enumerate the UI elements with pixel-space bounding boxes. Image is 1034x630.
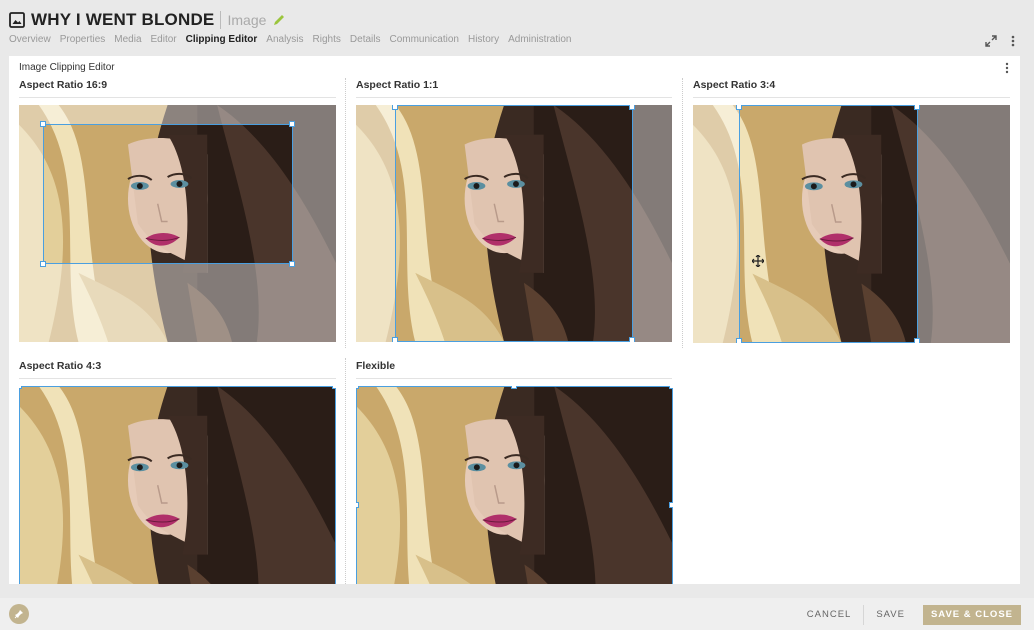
crop-handle[interactable]: [914, 105, 920, 110]
footer-bar: CANCEL SAVE SAVE & CLOSE: [0, 598, 1034, 630]
crop-handle[interactable]: [914, 338, 920, 343]
crop-handle[interactable]: [19, 386, 22, 389]
move-cursor-icon: [752, 255, 764, 267]
tab-administration[interactable]: Administration: [508, 34, 571, 45]
crop-handle[interactable]: [332, 386, 336, 389]
cancel-button[interactable]: CANCEL: [795, 605, 865, 625]
crop-handle[interactable]: [669, 502, 673, 508]
column-divider: [345, 78, 346, 348]
crop-handle[interactable]: [736, 105, 742, 110]
clip-cell-label: Aspect Ratio 3:4: [693, 79, 776, 91]
tab-details[interactable]: Details: [350, 34, 381, 45]
header: WHY I WENT BLONDE Image Overview Propert…: [0, 0, 1034, 56]
clip-cell-16-9: Aspect Ratio 16:9: [19, 79, 336, 98]
expand-icon[interactable]: [984, 34, 998, 48]
crop-frame[interactable]: [43, 124, 293, 264]
crop-handle[interactable]: [289, 121, 295, 127]
more-vertical-icon[interactable]: [1006, 34, 1020, 48]
clip-cell-label: Aspect Ratio 4:3: [19, 360, 102, 372]
page-title: WHY I WENT BLONDE: [31, 10, 215, 29]
crop-frame[interactable]: [739, 105, 918, 343]
crop-handle[interactable]: [40, 121, 46, 127]
crop-preview: [43, 124, 293, 264]
crop-frame[interactable]: [395, 105, 633, 342]
cell-rule: [356, 97, 672, 98]
clip-cell-label: Flexible: [356, 360, 396, 372]
crop-handle[interactable]: [356, 386, 359, 389]
tab-bar: Overview Properties Media Editor Clippin…: [9, 34, 580, 45]
panel-title: Image Clipping Editor: [19, 62, 115, 73]
tab-clipping-editor[interactable]: Clipping Editor: [186, 34, 258, 45]
clip-cell-label: Aspect Ratio 16:9: [19, 79, 108, 91]
clip-cell-label: Aspect Ratio 1:1: [356, 79, 439, 91]
crop-handle[interactable]: [629, 105, 635, 110]
clip-image-4-3: [19, 386, 336, 584]
title-row: WHY I WENT BLONDE Image: [9, 8, 286, 32]
clip-image-flexible: [356, 386, 673, 584]
tab-history[interactable]: History: [468, 34, 499, 45]
clip-cell-4-3: Aspect Ratio 4:3: [19, 360, 336, 379]
crop-handle[interactable]: [669, 386, 673, 389]
column-divider: [345, 358, 346, 584]
tab-overview[interactable]: Overview: [9, 34, 51, 45]
crop-handle[interactable]: [629, 337, 635, 342]
tab-rights[interactable]: Rights: [313, 34, 341, 45]
crop-preview: [739, 105, 918, 343]
clipping-editor-panel: Image Clipping Editor Aspect Ratio 16:9 …: [9, 56, 1020, 584]
crop-handle[interactable]: [392, 337, 398, 342]
crop-frame[interactable]: [19, 386, 336, 584]
cell-rule: [19, 378, 336, 379]
crop-handle[interactable]: [392, 105, 398, 110]
tab-editor[interactable]: Editor: [151, 34, 177, 45]
crop-handle[interactable]: [40, 261, 46, 267]
pin-button[interactable]: [9, 604, 29, 624]
pencil-icon[interactable]: [272, 13, 286, 27]
crop-handle[interactable]: [511, 386, 517, 389]
header-tools: [976, 34, 1020, 48]
clip-cell-flexible: Flexible: [356, 360, 672, 379]
clip-image-1-1: [356, 105, 672, 342]
crop-handle[interactable]: [356, 502, 359, 508]
footer-actions: CANCEL SAVE SAVE & CLOSE: [795, 605, 1021, 625]
tab-analysis[interactable]: Analysis: [266, 34, 303, 45]
clip-cell-1-1: Aspect Ratio 1:1: [356, 79, 672, 98]
title-separator: [220, 11, 222, 29]
clip-image-16-9: [19, 105, 336, 342]
save-button[interactable]: SAVE: [864, 605, 917, 625]
crop-handle[interactable]: [289, 261, 295, 267]
column-divider: [682, 78, 683, 348]
panel-more-icon[interactable]: [1002, 62, 1012, 74]
cell-rule: [356, 378, 672, 379]
pin-icon: [14, 610, 23, 619]
clip-image-3-4: [693, 105, 1010, 343]
crop-frame[interactable]: [356, 386, 673, 584]
crop-handle[interactable]: [736, 338, 742, 343]
tab-properties[interactable]: Properties: [60, 34, 106, 45]
save-and-close-button[interactable]: SAVE & CLOSE: [922, 605, 1021, 625]
image-icon: [9, 12, 25, 28]
clip-cell-3-4: Aspect Ratio 3:4: [693, 79, 1010, 98]
cell-rule: [693, 97, 1010, 98]
tab-media[interactable]: Media: [114, 34, 141, 45]
tab-communication[interactable]: Communication: [389, 34, 458, 45]
crop-preview: [395, 105, 633, 342]
document-type: Image: [227, 12, 267, 28]
cell-rule: [19, 97, 336, 98]
